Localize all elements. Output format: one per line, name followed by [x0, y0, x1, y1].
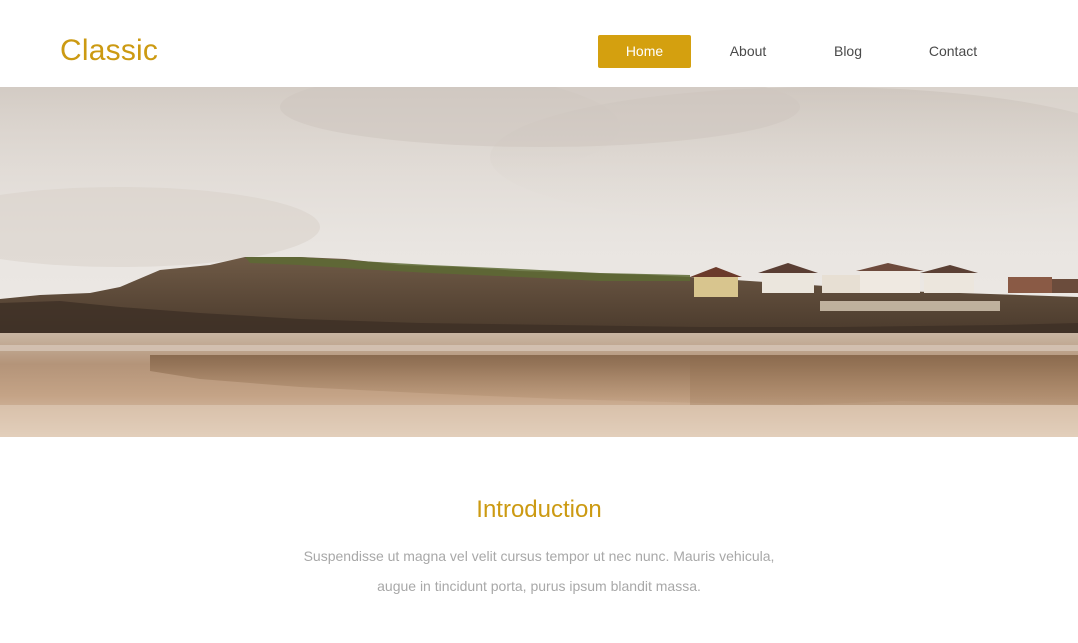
intro-line: augue in tincidunt porta, purus ipsum bl…	[377, 578, 701, 594]
intro-line: Suspendisse ut magna vel velit cursus te…	[303, 548, 775, 564]
nav-item-blog[interactable]: Blog	[808, 35, 888, 68]
shoreline	[0, 345, 1078, 351]
coastal-landscape-image	[0, 87, 1078, 437]
nav-item-home[interactable]: Home	[598, 35, 691, 68]
intro-section: Introduction Suspendisse ut magna vel ve…	[0, 437, 1078, 643]
foreground-sand	[0, 405, 1078, 437]
intro-heading: Introduction	[476, 496, 602, 523]
site-logo[interactable]: Classic	[60, 33, 158, 69]
site-header: Classic Home About Blog Contact	[0, 0, 1078, 87]
intro-paragraph: Suspendisse ut magna vel velit cursus te…	[0, 541, 1078, 601]
nav-item-contact[interactable]: Contact	[908, 35, 998, 68]
hero-banner-image	[0, 87, 1078, 437]
house-reflection	[690, 355, 1078, 405]
nav-item-about[interactable]: About	[708, 35, 788, 68]
